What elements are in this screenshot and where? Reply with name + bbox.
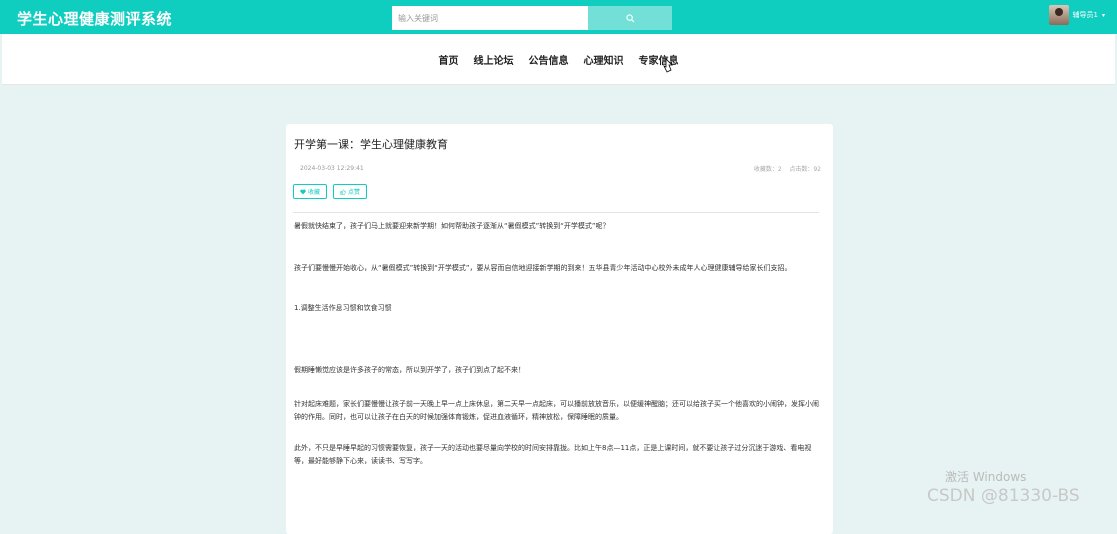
nav-item-psych-knowledge[interactable]: 心理知识 <box>584 52 624 67</box>
article-date: 2024-03-03 12:29:41 <box>300 165 364 172</box>
article-paragraph: 孩子们要慢慢开始收心，从“暑假模式”转换到“开学模式”，要从容而自信地迎接新学期… <box>294 264 792 272</box>
like-button[interactable]: 点赞 <box>333 184 368 199</box>
article-content: 暑假就快结束了，孩子们马上就要迎来新学期！如何帮助孩子逐渐从“暑假模式”转换到“… <box>294 220 824 468</box>
like-label: 点赞 <box>348 189 361 196</box>
article-actions: 收藏 点赞 <box>293 184 368 199</box>
divider <box>293 212 819 213</box>
search-input[interactable] <box>392 6 588 30</box>
search-icon <box>625 13 634 22</box>
favorite-button[interactable]: 收藏 <box>293 184 328 199</box>
windows-activation-watermark: 激活 Windows <box>945 470 1027 484</box>
user-menu[interactable]: 辅导员1 ▾ <box>1048 5 1105 25</box>
thumbs-up-icon <box>340 188 346 195</box>
username[interactable]: 辅导员1 <box>1073 10 1098 20</box>
search-button[interactable] <box>588 6 672 30</box>
article-paragraph: 暑假就快结束了，孩子们马上就要迎来新学期！如何帮助孩子逐渐从“暑假模式”转换到“… <box>294 222 610 230</box>
article-stats: 收藏数：2 点击数：92 <box>754 164 821 173</box>
main-nav: 首页 线上论坛 公告信息 心理知识 专家信息 <box>2 34 1115 84</box>
article-paragraph: 针对起床难题，家长们要慢慢让孩子前一天晚上早一点上床休息，第二天早一点起床，可以… <box>294 400 819 421</box>
article-paragraph: 假期睡懒觉应该是许多孩子的常态，所以到开学了，孩子们到点了起不来！ <box>294 366 525 374</box>
heart-icon <box>300 189 306 194</box>
mouse-cursor-icon <box>663 58 673 73</box>
nav-item-home[interactable]: 首页 <box>439 52 459 67</box>
article-card: 开学第一课：学生心理健康教育 2024-03-03 12:29:41 收藏数：2… <box>286 124 833 534</box>
nav-item-forum[interactable]: 线上论坛 <box>474 52 514 67</box>
article-title: 开学第一课：学生心理健康教育 <box>294 138 448 151</box>
clicks-count: 点击数：92 <box>789 166 821 173</box>
chevron-down-icon[interactable]: ▾ <box>1102 12 1105 19</box>
article-paragraph: 此外，不只是早睡早起的习惯需要恢复，孩子一天的活动也要尽量向学校的时间安排靠拢。… <box>294 444 812 465</box>
top-header-bar: 学生心理健康测评系统 辅导员1 ▾ <box>0 0 1117 34</box>
favorite-label: 收藏 <box>308 189 321 196</box>
nav-item-announcements[interactable]: 公告信息 <box>529 52 569 67</box>
avatar[interactable] <box>1048 5 1069 25</box>
article-paragraph: 1.调整生活作息习惯和饮食习惯 <box>294 304 392 312</box>
favorites-count: 收藏数：2 <box>753 166 782 173</box>
csdn-watermark: CSDN @81330-BS <box>927 486 1080 506</box>
site-title: 学生心理健康测评系统 <box>17 10 173 28</box>
main-nav-bar: 首页 线上论坛 公告信息 心理知识 专家信息 <box>2 34 1115 85</box>
search-bar <box>392 6 672 30</box>
